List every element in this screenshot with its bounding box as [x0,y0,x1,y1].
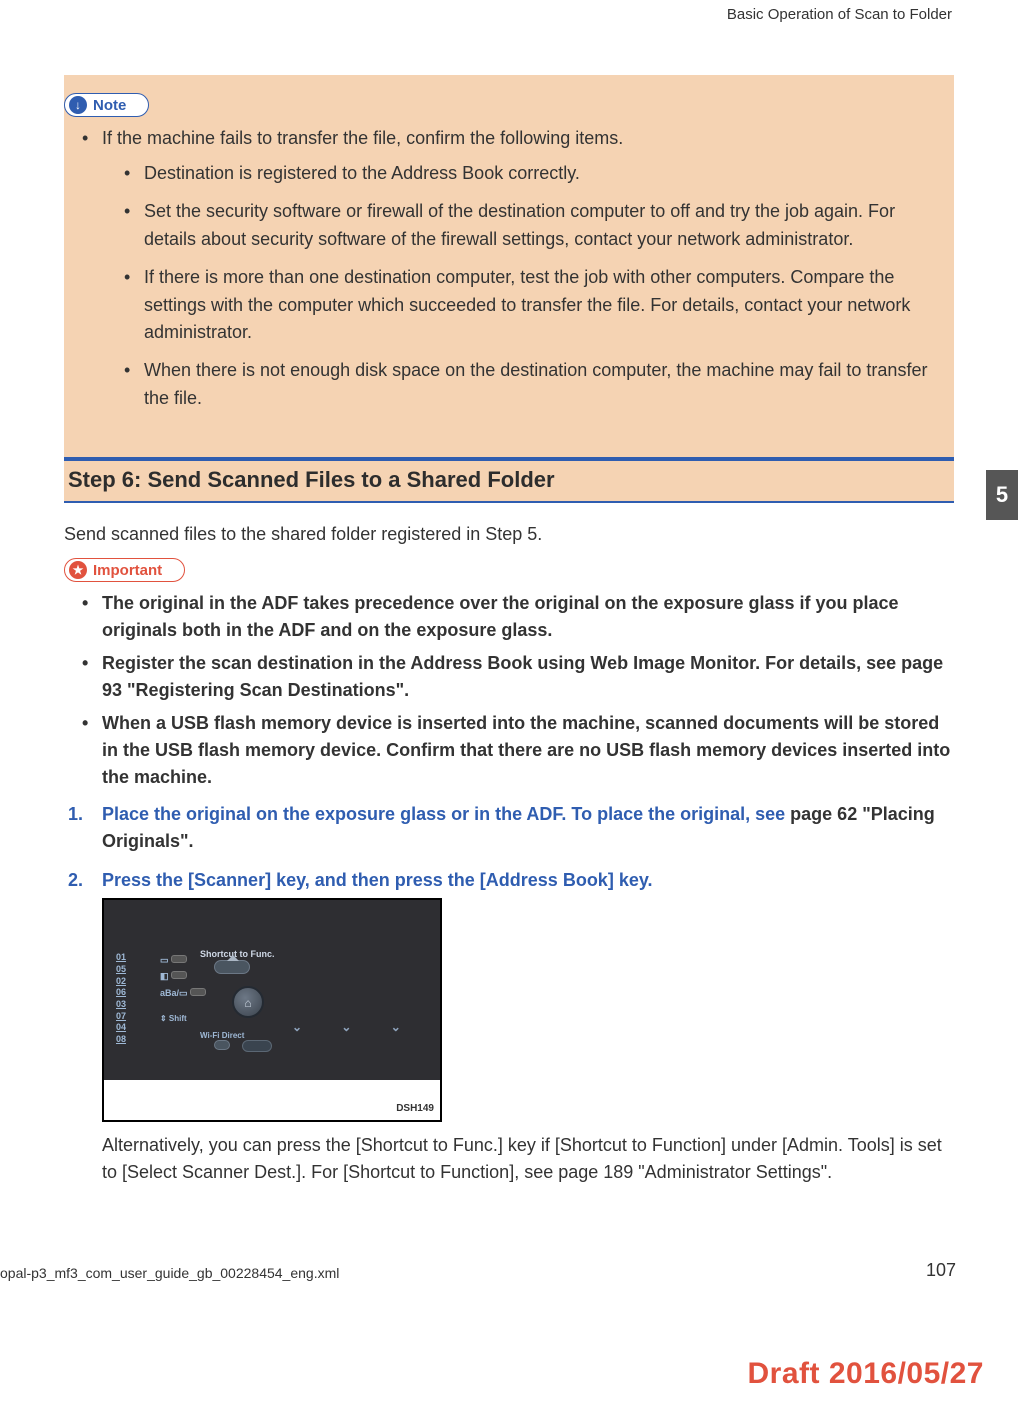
note-badge-label: Note [93,97,126,114]
procedure-step-2: 2. Press the [Scanner] key, and then pre… [64,867,954,1186]
important-badge-label: Important [93,562,162,579]
note-sublist: Destination is registered to the Address… [102,160,934,413]
note-item: Destination is registered to the Address… [102,160,934,188]
note-item: Set the security software or firewall of… [102,198,934,254]
down-arrow-icon: ↓ [69,96,87,114]
shortcut-button-illustration [214,960,250,974]
nav-arrows-illustration: ⌄ ⌄ ⌄ [292,1018,419,1036]
important-badge: ★ Important [64,558,185,582]
shift-label: ⇕ Shift [160,1013,187,1025]
footer-filename: opal-p3_mf3_com_user_guide_gb_00228454_e… [0,1265,339,1281]
main-content: ↓ Note If the machine fails to transfer … [56,75,962,1186]
note-item: If there is more than one destination co… [102,264,934,348]
wifi-button-illustration [214,1040,230,1050]
running-header: Basic Operation of Scan to Folder [56,0,962,23]
procedure-step-1: 1. Place the original on the exposure gl… [64,801,954,855]
star-icon: ★ [69,561,87,579]
page-number: 107 [926,1260,956,1281]
important-item: The original in the ADF takes precedence… [64,590,954,644]
important-item: When a USB flash memory device is insert… [64,710,954,791]
step-number: 2. [68,867,83,894]
step1-text-a: Place the original on the exposure glass… [102,804,790,824]
note-badge: ↓ Note [64,93,149,117]
note-item: When there is not enough disk space on t… [102,357,934,413]
draft-stamp: Draft 2016/05/27 [748,1357,985,1391]
secondary-button-illustration [242,1040,272,1052]
note-list: If the machine fails to transfer the fil… [64,125,934,413]
step6-intro: Send scanned files to the shared folder … [64,521,954,548]
step2-subtext: Alternatively, you can press the [Shortc… [102,1132,954,1186]
step6-heading: Step 6: Send Scanned Files to a Shared F… [68,467,950,493]
important-item: Register the scan destination in the Add… [64,650,954,704]
step6-heading-bar: Step 6: Send Scanned Files to a Shared F… [64,457,954,503]
control-panel-figure: 01 05 02 06 03 07 04 08 ▭ ◧ aBa/ [102,898,442,1122]
step2-text: Press the [Scanner] key, and then press … [102,870,653,890]
note-box: ↓ Note If the machine fails to transfer … [64,75,954,457]
figure-caption-strip: DSH149 [104,1080,440,1120]
important-list: The original in the ADF takes precedence… [64,590,954,791]
figure-code: DSH149 [396,1101,434,1116]
procedure-list: 1. Place the original on the exposure gl… [64,801,954,1186]
control-panel-illustration: 01 05 02 06 03 07 04 08 ▭ ◧ aBa/ [104,900,440,1080]
chapter-tab: 5 [986,470,1018,520]
speed-dial-labels: 01 05 02 06 03 07 04 08 [116,952,126,1046]
home-knob-illustration [232,986,264,1018]
note-intro: If the machine fails to transfer the fil… [64,125,934,413]
step-number: 1. [68,801,83,828]
